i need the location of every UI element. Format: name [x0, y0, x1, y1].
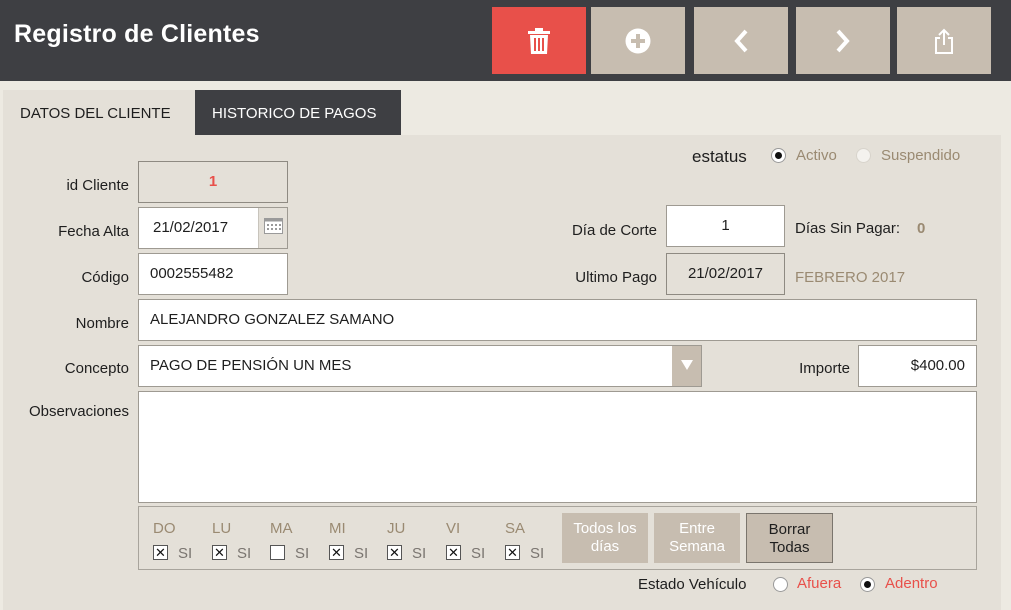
tab-datos-del-cliente[interactable]: DATOS DEL CLIENTE	[3, 90, 195, 135]
day-si-label: SI	[237, 545, 252, 562]
codigo-label: Código	[81, 269, 129, 286]
chevron-left-icon	[732, 28, 750, 54]
dia-corte-field[interactable]: 1	[666, 205, 785, 247]
codigo-field[interactable]: 0002555482	[138, 253, 288, 295]
ultimo-pago-value: 21/02/2017	[666, 253, 785, 295]
dia-corte-label: Día de Corte	[571, 222, 657, 239]
day-checkbox[interactable]: ✕	[387, 545, 402, 560]
tab-historico-de-pagos[interactable]: HISTORICO DE PAGOS	[195, 90, 401, 135]
borrar-todas-line1: Borrar	[768, 521, 811, 538]
observaciones-label: Observaciones	[28, 403, 129, 420]
day-si-label: SI	[178, 545, 193, 562]
day-ju: JU ✕ SI	[387, 507, 441, 569]
borrar-todas-line2: Todas	[769, 539, 810, 556]
concepto-select[interactable]: PAGO DE PENSIÓN UN MES	[138, 345, 702, 387]
nombre-label: Nombre	[75, 315, 129, 332]
delete-button[interactable]	[492, 7, 586, 74]
todos-los-dias-button[interactable]: Todos los días	[562, 513, 648, 563]
day-name: MA	[270, 520, 293, 537]
day-name: LU	[212, 520, 232, 537]
previous-button[interactable]	[694, 7, 788, 74]
day-mi: MI ✕ SI	[329, 507, 383, 569]
nombre-field[interactable]: ALEJANDRO GONZALEZ SAMANO	[138, 299, 977, 341]
day-checkbox[interactable]: ✕	[505, 545, 520, 560]
ultimo-pago-mes: FEBRERO 2017	[795, 269, 906, 286]
dias-sin-pagar-value: 0	[917, 220, 926, 237]
day-lu: LU ✕ SI	[212, 507, 266, 569]
day-checkbox[interactable]: ✕	[153, 545, 168, 560]
todos-los-dias-line2: días	[590, 538, 620, 555]
day-name: MI	[329, 520, 346, 537]
id-cliente-value: 1	[138, 161, 288, 203]
dias-sin-pagar-label: Días Sin Pagar:	[795, 220, 901, 237]
importe-label: Importe	[799, 360, 850, 377]
vehiculo-adentro-radio[interactable]	[860, 577, 875, 592]
fecha-alta-label: Fecha Alta	[58, 223, 129, 240]
status-activo-radio[interactable]	[771, 148, 786, 163]
plus-circle-icon	[625, 28, 651, 54]
observaciones-textarea[interactable]	[138, 391, 977, 503]
id-cliente-label: id Cliente	[66, 177, 129, 194]
day-checkbox[interactable]: ✕	[329, 545, 344, 560]
entre-semana-line2: Semana	[669, 538, 725, 555]
vehiculo-afuera-label: Afuera	[797, 575, 842, 592]
day-checkbox[interactable]	[270, 545, 285, 560]
ultimo-pago-label: Ultimo Pago	[575, 269, 657, 286]
calendar-icon	[263, 217, 283, 239]
chevron-right-icon	[834, 28, 852, 54]
importe-field[interactable]: $400.00	[858, 345, 977, 387]
day-si-label: SI	[471, 545, 486, 562]
concepto-dropdown-button[interactable]	[672, 346, 701, 386]
vehiculo-afuera-radio[interactable]	[773, 577, 788, 592]
day-do: DO ✕ SI	[153, 507, 207, 569]
day-vi: VI ✕ SI	[446, 507, 500, 569]
day-name: DO	[153, 520, 176, 537]
triangle-down-icon	[680, 357, 693, 375]
vehiculo-adentro-label: Adentro	[885, 575, 938, 592]
status-suspendido-radio[interactable]	[856, 148, 871, 163]
day-checkbox[interactable]: ✕	[212, 545, 227, 560]
status-label: estatus	[692, 147, 747, 166]
day-name: SA	[505, 520, 526, 537]
trash-icon	[527, 27, 551, 54]
date-picker-button[interactable]	[258, 208, 287, 248]
add-button[interactable]	[591, 7, 685, 74]
day-name: JU	[387, 520, 406, 537]
days-selector: DO ✕ SI LU ✕ SI MA SI MI ✕ SI JU ✕ SI VI…	[138, 506, 977, 570]
day-si-label: SI	[295, 545, 310, 562]
next-button[interactable]	[796, 7, 890, 74]
status-activo-label: Activo	[796, 147, 837, 164]
status-suspendido-label: Suspendido	[881, 147, 961, 164]
entre-semana-line1: Entre	[679, 520, 715, 537]
day-sa: SA ✕ SI	[505, 507, 559, 569]
entre-semana-button[interactable]: Entre Semana	[654, 513, 740, 563]
concepto-label: Concepto	[64, 360, 129, 377]
day-name: VI	[446, 520, 461, 537]
todos-los-dias-line1: Todos los	[573, 520, 637, 537]
day-si-label: SI	[412, 545, 427, 562]
estado-vehiculo-label: Estado Vehículo	[638, 576, 747, 593]
app-header: Registro de Clientes	[0, 0, 1011, 81]
day-checkbox[interactable]: ✕	[446, 545, 461, 560]
day-ma: MA SI	[270, 507, 324, 569]
day-si-label: SI	[530, 545, 545, 562]
app-title: Registro de Clientes	[14, 20, 260, 48]
export-button[interactable]	[897, 7, 991, 74]
day-si-label: SI	[354, 545, 369, 562]
share-icon	[933, 28, 955, 54]
borrar-todas-button[interactable]: Borrar Todas	[746, 513, 833, 563]
